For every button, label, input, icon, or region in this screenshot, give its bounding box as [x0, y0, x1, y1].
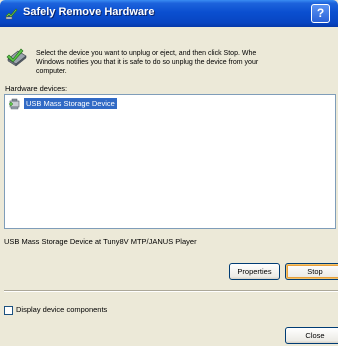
instructions-line: Windows notifies you that it is safe to … — [36, 59, 259, 66]
safely-remove-hardware-icon — [5, 8, 18, 20]
display-components-label[interactable]: Display device components — [16, 305, 107, 314]
close-button[interactable]: Close — [285, 327, 338, 344]
title-bar[interactable]: Safely Remove Hardware ? — [0, 0, 338, 27]
device-description: USB Mass Storage Device at Tuny8V MTP/JA… — [4, 237, 197, 246]
divider — [4, 290, 338, 292]
stop-button[interactable]: Stop — [285, 263, 338, 280]
properties-button[interactable]: Properties — [229, 263, 280, 280]
instructions-text: Select the device you want to unplug or … — [36, 49, 338, 76]
display-components-checkbox[interactable] — [4, 306, 13, 315]
instructions-line: Select the device you want to unplug or … — [36, 50, 257, 57]
hardware-devices-label: Hardware devices: — [5, 84, 68, 93]
usb-device-icon — [8, 98, 20, 110]
safely-remove-hardware-window: Safely Remove Hardware ? Select the devi… — [0, 0, 338, 346]
window-title: Safely Remove Hardware — [23, 6, 155, 18]
hardware-devices-list[interactable]: USB Mass Storage Device — [4, 94, 336, 229]
instructions-line: computer. — [36, 68, 67, 75]
remove-hardware-icon — [6, 48, 27, 67]
device-item-label: USB Mass Storage Device — [24, 98, 117, 109]
help-button[interactable]: ? — [311, 4, 330, 23]
